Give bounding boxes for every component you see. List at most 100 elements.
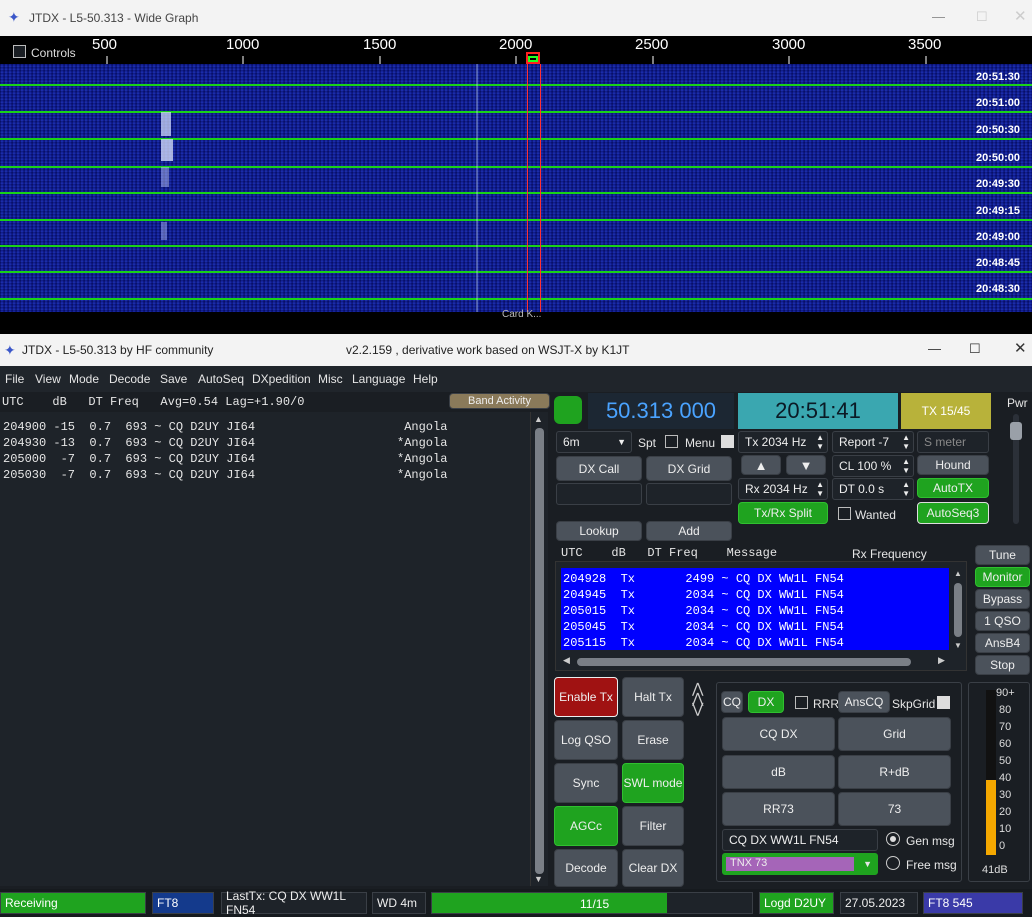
wanted-checkbox[interactable] [838,507,851,520]
tune-button[interactable]: Tune [975,545,1030,565]
rx-message-line[interactable]: 205045 Tx 2034 ~ CQ DX WW1L FN54 [563,620,844,634]
scroll-right-icon[interactable]: ▶ [938,655,945,666]
cq-button[interactable]: CQ [721,691,743,713]
clear-dx-button[interactable]: Clear DX [622,849,684,887]
rr73-button[interactable]: RR73 [722,792,835,826]
close-icon[interactable]: ✕ [1014,339,1027,357]
rx-message-line[interactable]: 204945 Tx 2034 ~ CQ DX WW1L FN54 [563,588,844,602]
r-db-button[interactable]: R+dB [838,755,951,789]
sync-button[interactable]: Sync [554,763,618,803]
double-arrow-icon[interactable]: ⋀ ⋀ ⋁ [692,681,703,715]
band-select[interactable]: 6m ▼ [556,431,632,453]
pwr-slider[interactable] [1010,414,1022,524]
rx-vertical-scrollbar[interactable]: ▲ ▼ [952,569,964,651]
rx-message-line[interactable]: 205115 Tx 2034 ~ CQ DX WW1L FN54 [563,636,844,650]
filter-button[interactable]: Filter [622,806,684,846]
rrr-checkbox[interactable] [795,696,808,709]
pwr-slider-handle[interactable] [1010,422,1022,440]
menu-dxpedition[interactable]: DXpedition [252,372,311,386]
73-button[interactable]: 73 [838,792,951,826]
spin-arrows-icon[interactable]: ▲ ▼ [816,433,824,451]
menu-view[interactable]: View [35,372,61,386]
waterfall[interactable]: 20:51:30 20:51:00 20:50:30 20:50:00 20:4… [0,64,1032,312]
report-field[interactable]: Report -7 ▲ ▼ [832,431,914,453]
swl-mode-button[interactable]: SWL mode [622,763,684,803]
scroll-down-icon[interactable]: ▼ [534,874,543,884]
scrollbar-thumb[interactable] [577,658,911,666]
menu-decode[interactable]: Decode [109,372,150,386]
enable-tx-button[interactable]: Enable Tx [554,677,618,717]
log-qso-button[interactable]: Log QSO [554,720,618,760]
cq-dx-button[interactable]: CQ DX [722,717,835,751]
lookup-button[interactable]: Lookup [556,521,642,541]
scrollbar-thumb[interactable] [954,583,962,637]
menu-misc[interactable]: Misc [318,372,343,386]
frequency-display[interactable]: 50.313 000 [588,393,734,429]
menu-checkbox[interactable] [721,435,734,448]
menu-mode[interactable]: Mode [69,372,99,386]
close-icon[interactable]: ✕ [1014,7,1027,25]
maximize-icon[interactable]: ☐ [976,9,988,25]
tx-period[interactable]: TX 15/45 [901,393,991,429]
menu-help[interactable]: Help [413,372,438,386]
rx-to-tx-down-button[interactable]: ▼ [786,455,826,475]
ansb4-button[interactable]: AnsB4 [975,633,1030,653]
free-msg-radio[interactable] [886,856,900,870]
maximize-icon[interactable]: ☐ [969,341,981,357]
decode-button[interactable]: Decode [554,849,618,887]
scroll-left-icon[interactable]: ◀ [563,655,570,666]
db-button[interactable]: dB [722,755,835,789]
menu-autoseq[interactable]: AutoSeq [198,372,244,386]
dx-call-button[interactable]: DX Call [556,456,642,481]
scroll-down-icon[interactable]: ▼ [954,641,962,650]
scroll-up-icon[interactable]: ▲ [954,569,962,578]
agcc-button[interactable]: AGCc [554,806,618,846]
hound-button[interactable]: Hound [917,455,989,475]
dx-call-input[interactable] [556,483,642,505]
rx-message-line[interactable]: 204928 Tx 2499 ~ CQ DX WW1L FN54 [563,572,844,586]
rx-freq-field[interactable]: Rx 2034 Hz ▲ ▼ [738,478,828,500]
menu-file[interactable]: File [5,372,24,386]
decode-line[interactable]: 204930 -13 0.7 693 ~ CQ D2UY JI64 [3,436,255,450]
rx-message-line[interactable]: 205015 Tx 2034 ~ CQ DX WW1L FN54 [563,604,844,618]
spt-checkbox[interactable] [665,435,678,448]
dx-grid-input[interactable] [646,483,732,505]
decode-line[interactable]: 204900 -15 0.7 693 ~ CQ D2UY JI64 [3,420,255,434]
grid-button[interactable]: Grid [838,717,951,751]
spin-arrows-icon[interactable]: ▲ ▼ [902,480,910,498]
autoseq3-button[interactable]: AutoSeq3 [917,502,989,524]
band-activity-pane[interactable] [0,412,548,886]
tx-freq-field[interactable]: Tx 2034 Hz ▲ ▼ [738,431,828,453]
anscq-button[interactable]: AnsCQ [838,691,890,713]
tx-rx-split-button[interactable]: Tx/Rx Split [738,502,828,524]
minimize-icon[interactable]: — [932,9,945,24]
scrollbar-thumb[interactable] [535,428,544,874]
decode-line[interactable]: 205000 -7 0.7 693 ~ CQ D2UY JI64 [3,452,255,466]
spin-arrows-icon[interactable]: ▲ ▼ [902,457,910,475]
dt-field[interactable]: DT 0.0 s ▲ ▼ [832,478,914,500]
decode-line[interactable]: 205030 -7 0.7 693 ~ CQ D2UY JI64 [3,468,255,482]
cl-field[interactable]: CL 100 % ▲ ▼ [832,455,914,477]
one-qso-button[interactable]: 1 QSO [975,611,1030,631]
dx-grid-button[interactable]: DX Grid [646,456,732,481]
add-button[interactable]: Add [646,521,732,541]
autotx-button[interactable]: AutoTX [917,478,989,498]
rx-horizontal-scrollbar[interactable]: ◀ ▶ [561,655,949,669]
menu-language[interactable]: Language [352,372,405,386]
spin-arrows-icon[interactable]: ▲ ▼ [816,480,824,498]
bypass-button[interactable]: Bypass [975,589,1030,609]
gen-msg-field[interactable]: CQ DX WW1L FN54 [722,829,878,851]
halt-tx-button[interactable]: Halt Tx [622,677,684,717]
menu-save[interactable]: Save [160,372,187,386]
minimize-icon[interactable]: — [928,341,941,356]
scroll-up-icon[interactable]: ▲ [534,414,543,424]
tx-marker[interactable] [528,56,538,62]
dx-button[interactable]: DX [748,691,784,713]
erase-button[interactable]: Erase [622,720,684,760]
stop-button[interactable]: Stop [975,655,1030,675]
monitor-button[interactable]: Monitor [975,567,1030,587]
spin-arrows-icon[interactable]: ▲ ▼ [902,433,910,451]
tx-to-rx-up-button[interactable]: ▲ [741,455,781,475]
free-msg-select[interactable]: TNX 73 ▼ [722,853,878,875]
band-activity-scrollbar[interactable]: ▲ ▼ [530,412,548,886]
